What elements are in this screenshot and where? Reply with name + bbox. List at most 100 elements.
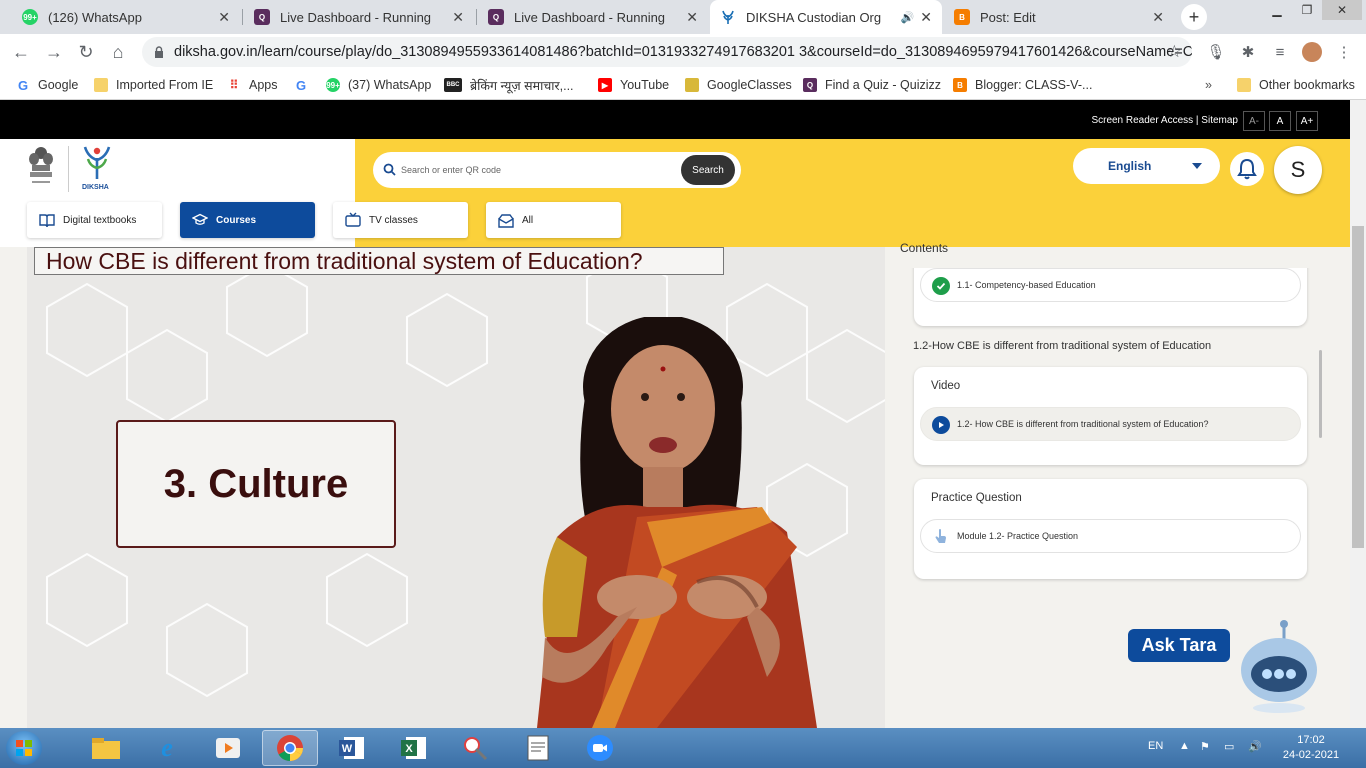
notepad-icon[interactable]	[510, 730, 566, 766]
nav-label: TV classes	[369, 214, 418, 226]
tab-title: Live Dashboard - Running	[514, 9, 666, 25]
close-tab-icon[interactable]: ✕	[452, 9, 464, 26]
extensions-icon[interactable]: ✱	[1238, 42, 1258, 62]
new-tab-button[interactable]: +	[1181, 4, 1207, 30]
folder-icon	[1237, 78, 1251, 92]
bookmark-youtube[interactable]: ▶ YouTube	[598, 76, 669, 94]
home-icon[interactable]: ⌂	[106, 40, 130, 64]
bookmark-star-icon[interactable]: ☆	[1167, 42, 1182, 62]
media-player-icon[interactable]	[200, 730, 256, 766]
zoom-icon[interactable]	[572, 730, 628, 766]
bookmark-apps[interactable]: ⠿ Apps	[227, 76, 278, 94]
tab-diksha[interactable]: DIKSHA Custodian Org 🔊 ✕	[710, 0, 942, 34]
start-button-icon[interactable]	[6, 731, 42, 765]
audio-playing-icon[interactable]: 🔊	[901, 11, 915, 24]
tara-robot-icon[interactable]	[1234, 618, 1324, 714]
font-increase-button[interactable]: A+	[1296, 111, 1318, 131]
page-scrollbar[interactable]	[1350, 100, 1366, 728]
language-selected-value: English	[1108, 159, 1152, 173]
close-tab-icon[interactable]: ✕	[218, 9, 230, 26]
screen-reader-sitemap-links[interactable]: Screen Reader Access | Sitemap	[1091, 115, 1238, 126]
graduation-cap-icon	[192, 213, 208, 225]
bookmark-label: Other bookmarks	[1259, 78, 1355, 92]
content-item-1-2-video[interactable]: 1.2- How CBE is different from tradition…	[920, 407, 1301, 441]
bookmark-label: GoogleClasses	[707, 78, 792, 92]
input-language-indicator[interactable]: EN	[1148, 740, 1163, 752]
close-tab-icon[interactable]: ✕	[1152, 9, 1164, 26]
back-arrow-icon[interactable]: ←	[9, 40, 33, 64]
bookmark-quizizz[interactable]: Q Find a Quiz - Quizizz	[803, 76, 941, 94]
search-input[interactable]: Search or enter QR code	[401, 165, 501, 175]
excel-icon[interactable]: X	[386, 730, 442, 766]
bookmark-label: (37) WhatsApp	[348, 78, 432, 92]
whatsapp-icon: 99+	[22, 9, 38, 25]
bookmark-bbc[interactable]: BBC ब्रेकिंग न्यूज़ समाचार,...	[444, 76, 574, 94]
maximize-button[interactable]: ❐	[1292, 0, 1322, 20]
reload-icon[interactable]: ↻	[74, 40, 98, 64]
nav-digital-textbooks[interactable]: Digital textbooks	[27, 202, 162, 238]
show-hidden-icons-icon[interactable]: ▲	[1179, 740, 1190, 752]
browser-toolbar: ← → ↻ ⌂ diksha.gov.in/learn/course/play/…	[0, 34, 1366, 70]
tab-live-dashboard-2[interactable]: Q Live Dashboard - Running ✕	[478, 0, 708, 34]
snipping-tool-icon[interactable]	[448, 730, 504, 766]
contents-scrollbar[interactable]	[1319, 350, 1322, 438]
action-center-flag-icon[interactable]: ⚑	[1200, 740, 1210, 753]
microphone-icon[interactable]: 🎙	[1206, 42, 1226, 62]
nav-all[interactable]: All	[486, 202, 621, 238]
close-window-button[interactable]: ✕	[1322, 0, 1362, 20]
module-1-1-card: 1.1- Competency-based Education	[914, 268, 1307, 326]
apps-grid-icon: ⠿	[229, 78, 239, 92]
search-bar[interactable]: Search or enter QR code Search	[373, 152, 741, 188]
notification-bell-icon[interactable]	[1230, 152, 1264, 186]
font-normal-button[interactable]: A	[1269, 111, 1291, 131]
bookmark-blogger[interactable]: B Blogger: CLASS-V-...	[953, 76, 1092, 94]
bookmark-label: Apps	[249, 78, 278, 92]
bookmark-google[interactable]: G Google	[16, 76, 78, 94]
language-select[interactable]: English	[1073, 148, 1220, 184]
bookmark-google-2[interactable]: G	[294, 76, 316, 94]
word-icon[interactable]: W	[324, 730, 380, 766]
bookmark-label: Google	[38, 78, 79, 92]
video-player[interactable]: How CBE is different from traditional sy…	[27, 247, 885, 728]
page-scrollbar-thumb[interactable]	[1352, 226, 1364, 548]
bookmark-whatsapp[interactable]: 99+ (37) WhatsApp	[326, 76, 431, 94]
ask-tara-button[interactable]: Ask Tara	[1128, 629, 1230, 662]
tab-blogger[interactable]: B Post: Edit ✕	[944, 0, 1174, 34]
content-item-practice[interactable]: Module 1.2- Practice Question	[920, 519, 1301, 553]
chrome-menu-icon[interactable]: ⋮	[1334, 42, 1354, 62]
content-item-1-1[interactable]: 1.1- Competency-based Education	[920, 268, 1301, 302]
tab-divider	[476, 9, 477, 25]
user-avatar[interactable]: S	[1274, 146, 1322, 194]
tab-live-dashboard-1[interactable]: Q Live Dashboard - Running ✕	[244, 0, 474, 34]
profile-avatar-icon[interactable]	[1302, 42, 1322, 62]
address-bar[interactable]: diksha.gov.in/learn/course/play/do_31308…	[142, 37, 1192, 67]
chrome-taskbar-icon[interactable]	[262, 730, 318, 766]
quizizz-icon: Q	[803, 78, 817, 92]
tab-whatsapp[interactable]: 99+ (126) WhatsApp ✕	[12, 0, 240, 34]
minimize-button[interactable]: ▁	[1262, 0, 1292, 20]
forward-arrow-icon[interactable]: →	[42, 40, 66, 64]
diksha-logo-icon[interactable]	[80, 144, 114, 180]
search-button[interactable]: Search	[681, 155, 735, 185]
file-explorer-icon[interactable]	[78, 730, 134, 766]
bookmark-other[interactable]: Other bookmarks	[1237, 76, 1355, 94]
bookmark-imported[interactable]: Imported From IE	[94, 76, 213, 94]
internet-explorer-icon[interactable]: e	[139, 730, 195, 766]
system-clock[interactable]: 17:02 24-02-2021	[1282, 733, 1340, 763]
bookmarks-overflow-icon[interactable]: »	[1205, 76, 1212, 94]
reading-list-icon[interactable]: ≡	[1270, 42, 1290, 62]
font-decrease-button[interactable]: A-	[1243, 111, 1265, 131]
nav-courses[interactable]: Courses	[180, 202, 315, 238]
bookmark-googleclasses[interactable]: GoogleClasses	[685, 76, 792, 94]
check-complete-icon	[932, 277, 950, 295]
nav-tv-classes[interactable]: TV classes	[333, 202, 468, 238]
clock-time: 17:02	[1297, 734, 1325, 746]
nav-label: Digital textbooks	[63, 214, 137, 226]
volume-icon[interactable]: 🔊	[1248, 740, 1262, 753]
youtube-icon: ▶	[598, 78, 612, 92]
diksha-page: Screen Reader Access | Sitemap A- A A+ D…	[0, 100, 1350, 728]
whatsapp-icon: 99+	[326, 78, 340, 92]
close-tab-icon[interactable]: ✕	[920, 9, 932, 26]
network-icon[interactable]: ▭	[1224, 740, 1234, 753]
close-tab-icon[interactable]: ✕	[686, 9, 698, 26]
